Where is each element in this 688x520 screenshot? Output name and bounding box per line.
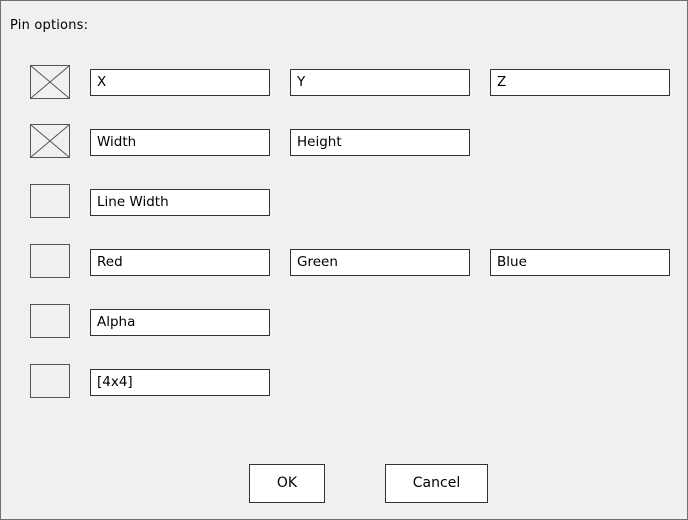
- checkbox-alpha[interactable]: [30, 304, 70, 338]
- ok-button[interactable]: OK: [249, 464, 325, 503]
- cross-mark-icon: [31, 125, 69, 157]
- field-red[interactable]: Red: [90, 249, 270, 276]
- field-width[interactable]: Width: [90, 129, 270, 156]
- field-x[interactable]: X: [90, 69, 270, 96]
- checkbox-size[interactable]: [30, 124, 70, 158]
- pin-options-dialog: Pin options: X Y Z Width Height Line Wid…: [0, 0, 688, 520]
- field-height[interactable]: Height: [290, 129, 470, 156]
- field-y[interactable]: Y: [290, 69, 470, 96]
- checkbox-xyz[interactable]: [30, 65, 70, 99]
- field-matrix[interactable]: [4x4]: [90, 369, 270, 396]
- field-z[interactable]: Z: [490, 69, 670, 96]
- field-line-width[interactable]: Line Width: [90, 189, 270, 216]
- checkbox-matrix[interactable]: [30, 364, 70, 398]
- checkbox-line-width[interactable]: [30, 184, 70, 218]
- cross-mark-icon: [31, 66, 69, 98]
- field-green[interactable]: Green: [290, 249, 470, 276]
- dialog-title: Pin options:: [10, 18, 89, 33]
- field-blue[interactable]: Blue: [490, 249, 670, 276]
- field-alpha[interactable]: Alpha: [90, 309, 270, 336]
- cancel-button[interactable]: Cancel: [385, 464, 488, 503]
- checkbox-color[interactable]: [30, 244, 70, 278]
